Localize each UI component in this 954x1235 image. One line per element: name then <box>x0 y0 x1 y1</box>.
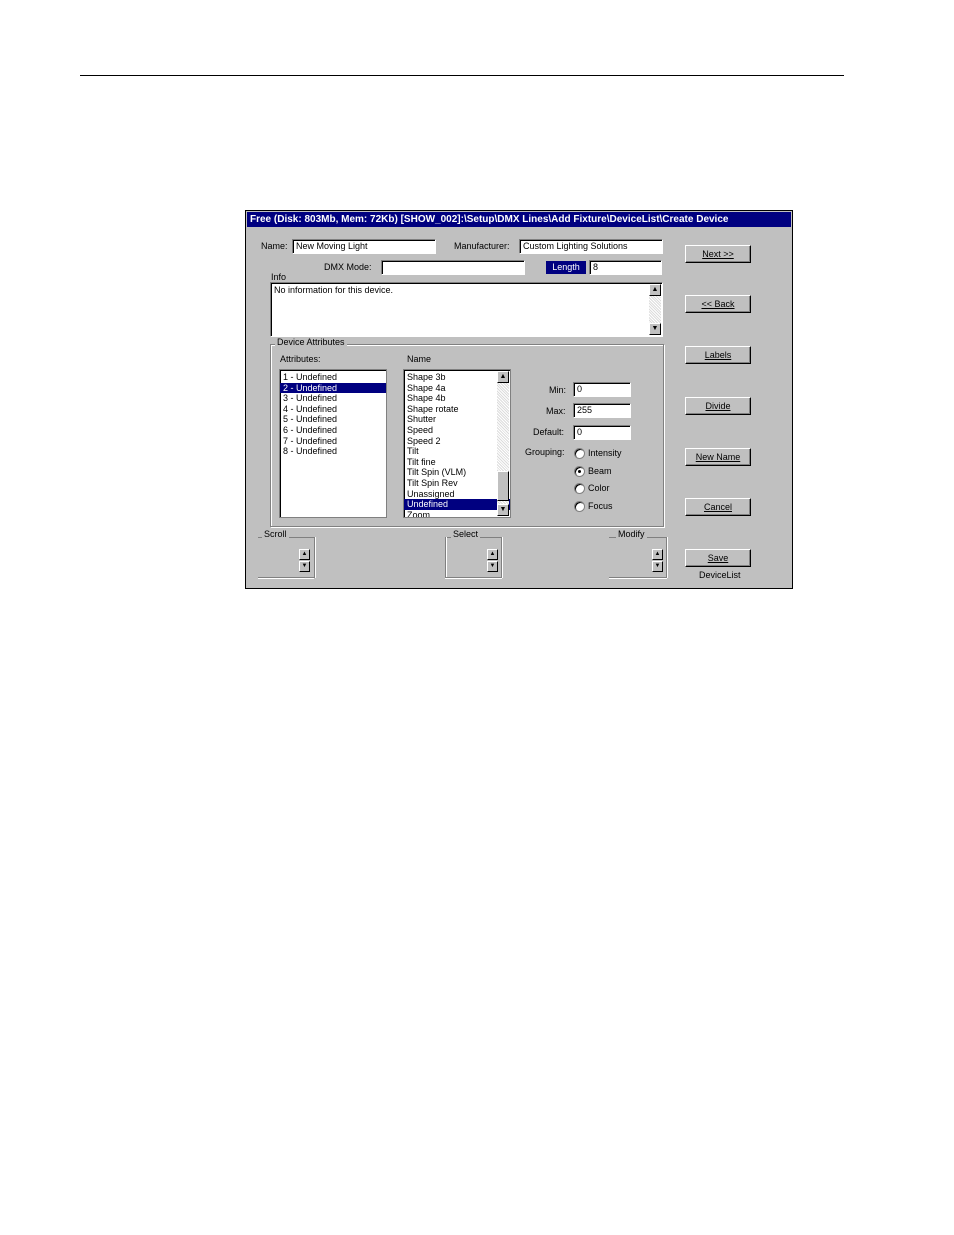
select-down-icon[interactable]: ▼ <box>487 561 498 572</box>
attribute-name-list-item[interactable]: Speed 2 <box>404 436 510 447</box>
page-header-rule <box>80 75 844 76</box>
scroll-group-edge <box>314 537 315 578</box>
length-label: Length <box>546 261 586 274</box>
window-title-bar: Free (Disk: 803Mb, Mem: 72Kb) [SHOW_002]… <box>247 212 791 227</box>
info-scrollbar[interactable]: ▲ ▼ <box>649 284 661 335</box>
select-group-right-edge <box>501 537 502 578</box>
select-group-title: Select <box>451 529 481 539</box>
modify-down-icon[interactable]: ▼ <box>652 561 663 572</box>
attribute-list-item[interactable]: 1 - Undefined <box>280 372 386 383</box>
attribute-name-list-item[interactable]: Tilt <box>404 446 510 457</box>
modify-group-title: Modify <box>616 529 647 539</box>
name-scroll-thumb[interactable] <box>497 471 509 501</box>
name-scroll-up-icon[interactable]: ▲ <box>497 371 509 383</box>
attribute-name-list-item[interactable]: Speed <box>404 425 510 436</box>
radio-button-icon[interactable] <box>574 448 585 459</box>
attribute-list-item[interactable]: 6 - Undefined <box>280 425 386 436</box>
info-scroll-down-icon[interactable]: ▼ <box>649 323 661 335</box>
dmx-mode-label: DMX Mode: <box>324 262 372 272</box>
attribute-list-item[interactable]: 5 - Undefined <box>280 414 386 425</box>
name-list-label: Name <box>407 354 432 364</box>
attribute-name-list-item[interactable]: Shape 4b <box>404 393 510 404</box>
attribute-list-item[interactable]: 7 - Undefined <box>280 436 386 447</box>
attributes-list[interactable]: 1 - Undefined 2 - Undefined 3 - Undefined 4… <box>279 369 387 518</box>
name-field[interactable]: New Moving Light <box>292 239 436 254</box>
attribute-name-list-item[interactable]: Shape 4a <box>404 383 510 394</box>
max-field[interactable]: 255 <box>573 403 631 418</box>
scroll-down-icon[interactable]: ▼ <box>299 561 310 572</box>
attribute-list-item[interactable]: 8 - Undefined <box>280 446 386 457</box>
attribute-list-item[interactable]: 4 - Undefined <box>280 404 386 415</box>
grouping-option-label: Color <box>588 483 610 493</box>
attribute-name-list-item[interactable]: Tilt Spin Rev <box>404 478 510 489</box>
name-list-scrollbar[interactable]: ▲ ▼ <box>497 371 509 516</box>
grouping-option-label: Intensity <box>588 448 622 458</box>
info-textarea[interactable]: No information for this device. <box>270 282 663 337</box>
device-list-caption: DeviceList <box>699 570 741 580</box>
labels-button[interactable]: Labels <box>685 346 751 364</box>
back-button[interactable]: << Back <box>685 295 751 313</box>
attribute-name-list-item[interactable]: Undefined <box>404 499 510 510</box>
attribute-name-list-item[interactable]: Unassigned <box>404 489 510 500</box>
max-label: Max: <box>546 406 566 416</box>
attribute-list-item[interactable]: 2 - Undefined <box>280 382 386 394</box>
cancel-button[interactable]: Cancel <box>685 498 751 516</box>
name-label: Name: <box>261 241 288 251</box>
attribute-name-list-item[interactable]: Shutter <box>404 414 510 425</box>
info-text: No information for this device. <box>274 285 394 295</box>
attribute-name-list-item[interactable]: Tilt fine <box>404 457 510 468</box>
default-field[interactable]: 0 <box>573 425 631 440</box>
attribute-name-list[interactable]: Shape 3b Shape 4a Shape 4b Shape rotate Shut… <box>403 369 511 518</box>
min-field[interactable]: 0 <box>573 382 631 397</box>
radio-button-icon[interactable] <box>574 465 585 477</box>
divide-button[interactable]: Divide <box>685 397 751 415</box>
scroll-up-icon[interactable]: ▲ <box>299 549 310 560</box>
dmx-mode-field[interactable] <box>381 260 525 275</box>
grouping-label: Grouping: <box>525 447 565 457</box>
attribute-name-list-item[interactable]: Shape rotate <box>404 404 510 415</box>
attribute-name-list-item[interactable]: Shape 3b <box>404 372 510 383</box>
scroll-group-base <box>258 577 314 578</box>
new-name-button[interactable]: New Name <box>685 448 751 466</box>
grouping-option-label: Focus <box>588 500 613 511</box>
select-up-icon[interactable]: ▲ <box>487 549 498 560</box>
grouping-option-label: Beam <box>588 465 612 476</box>
info-scroll-up-icon[interactable]: ▲ <box>649 284 661 296</box>
length-field[interactable]: 8 <box>589 260 662 275</box>
save-button[interactable]: Save <box>685 549 751 567</box>
attribute-list-item[interactable]: 3 - Undefined <box>280 393 386 404</box>
scroll-group-title: Scroll <box>262 529 289 539</box>
manufacturer-field[interactable]: Custom Lighting Solutions <box>519 239 663 254</box>
modify-group-edge <box>666 537 667 578</box>
attribute-name-list-item[interactable]: Zoom <box>404 510 510 517</box>
device-attributes-title: Device Attributes <box>275 337 347 347</box>
radio-button-icon[interactable] <box>574 483 585 494</box>
modify-up-icon[interactable]: ▲ <box>652 549 663 560</box>
modify-group-base <box>609 577 667 578</box>
min-label: Min: <box>549 385 567 395</box>
default-label: Default: <box>533 427 565 437</box>
radio-button-icon[interactable] <box>574 500 585 512</box>
attribute-name-list-item[interactable]: Tilt Spin (VLM) <box>404 467 510 478</box>
next-button[interactable]: Next >> <box>685 245 751 263</box>
select-group-base <box>445 577 502 578</box>
attributes-label: Attributes: <box>280 354 321 364</box>
select-group-left-edge <box>445 537 446 578</box>
name-scroll-down-icon[interactable]: ▼ <box>497 504 509 516</box>
manufacturer-label: Manufacturer: <box>454 241 510 251</box>
create-device-window: Free (Disk: 803Mb, Mem: 72Kb) [SHOW_002]… <box>245 210 793 589</box>
